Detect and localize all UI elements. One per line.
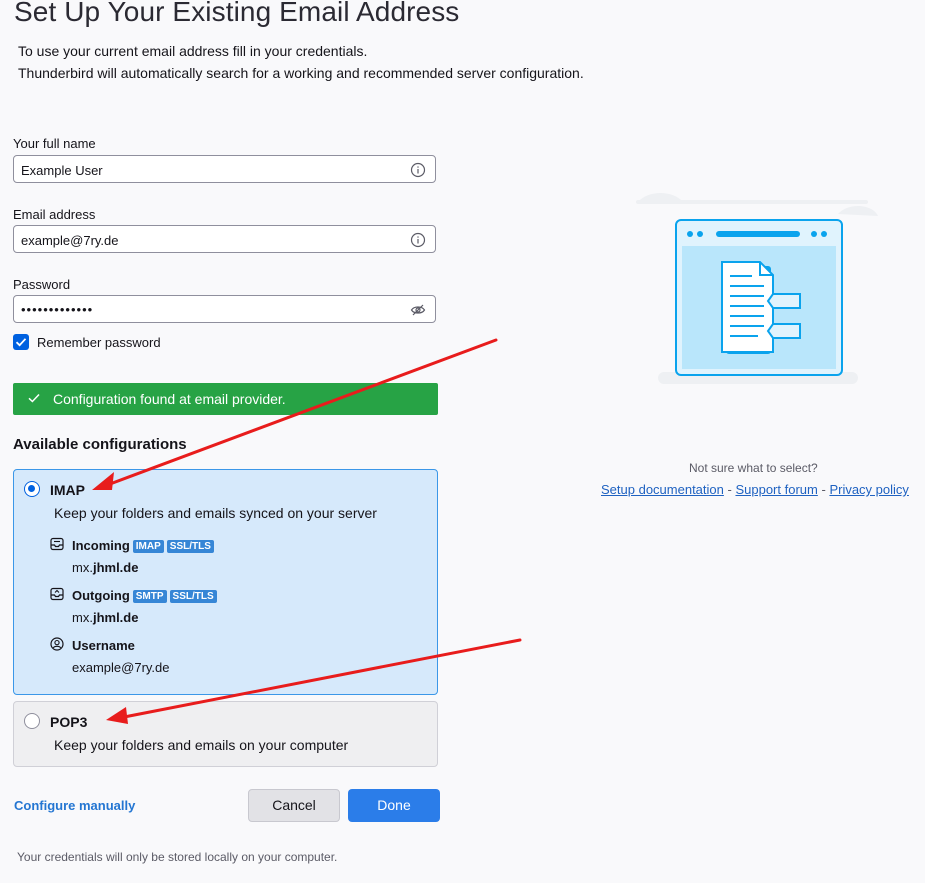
outgoing-security-badge: SSL/TLS xyxy=(169,590,217,603)
full-name-value: Example User xyxy=(21,163,103,178)
help-question: Not sure what to select? xyxy=(689,461,818,475)
imap-config-option[interactable]: IMAP Keep your folders and emails synced… xyxy=(13,469,438,695)
pop3-config-option[interactable]: POP3 Keep your folders and emails on you… xyxy=(13,701,438,767)
email-value: example@7ry.de xyxy=(21,233,119,248)
config-found-banner: Configuration found at email provider. xyxy=(13,383,438,415)
password-label: Password xyxy=(13,277,71,292)
incoming-host-prefix: mx. xyxy=(72,560,93,575)
outgoing-label-text: Outgoing xyxy=(72,588,130,603)
setup-documentation-link[interactable]: Setup documentation xyxy=(601,482,724,497)
eye-slash-icon[interactable] xyxy=(410,302,426,318)
username-value: example@7ry.de xyxy=(72,660,170,675)
full-name-label: Your full name xyxy=(13,136,96,151)
checkmark-icon xyxy=(28,393,40,403)
incoming-host-domain: jhml.de xyxy=(92,560,139,575)
imap-radio[interactable] xyxy=(24,481,40,497)
password-value: ••••••••••••• xyxy=(21,302,94,317)
remember-password-checkbox[interactable] xyxy=(13,334,29,350)
imap-description: Keep your folders and emails synced on y… xyxy=(54,505,377,521)
incoming-protocol-badge: IMAP xyxy=(132,540,164,553)
info-icon[interactable] xyxy=(410,232,426,248)
done-button[interactable]: Done xyxy=(348,789,440,822)
support-forum-link[interactable]: Support forum xyxy=(735,482,817,497)
outgoing-label: Outgoing SMTP SSL/TLS xyxy=(72,588,217,603)
pop3-title: POP3 xyxy=(50,714,88,730)
footer-note: Your credentials will only be stored loc… xyxy=(17,850,338,864)
info-icon[interactable] xyxy=(410,162,426,178)
incoming-label: Incoming IMAP SSL/TLS xyxy=(72,538,214,553)
help-links: Setup documentation - Support forum - Pr… xyxy=(601,482,909,497)
user-icon xyxy=(50,637,64,651)
incoming-security-badge: SSL/TLS xyxy=(166,540,214,553)
remember-password-label[interactable]: Remember password xyxy=(37,335,161,350)
outgoing-host: mx.jhml.de xyxy=(72,610,138,625)
available-configurations-heading: Available configurations xyxy=(13,436,187,453)
config-found-text: Configuration found at email provider. xyxy=(53,391,286,407)
intro-text-line-1: To use your current email address fill i… xyxy=(18,43,368,59)
cancel-button[interactable]: Cancel xyxy=(248,789,340,822)
pop3-description: Keep your folders and emails on your com… xyxy=(54,737,349,753)
pop3-radio[interactable] xyxy=(24,713,40,729)
incoming-host: mx.jhml.de xyxy=(72,560,138,575)
page-title: Set Up Your Existing Email Address xyxy=(14,0,460,27)
checkmark-icon xyxy=(15,338,27,347)
privacy-policy-link[interactable]: Privacy policy xyxy=(829,482,908,497)
email-input[interactable]: example@7ry.de xyxy=(13,225,436,253)
username-label: Username xyxy=(72,638,135,653)
inbox-icon xyxy=(50,537,64,551)
outgoing-host-domain: jhml.de xyxy=(92,610,139,625)
outgoing-protocol-badge: SMTP xyxy=(132,590,167,603)
password-input[interactable]: ••••••••••••• xyxy=(13,295,436,323)
full-name-input[interactable]: Example User xyxy=(13,155,436,183)
outbox-icon xyxy=(50,587,64,601)
email-config-illustration xyxy=(636,193,878,384)
help-separator: - xyxy=(727,482,732,497)
outgoing-host-prefix: mx. xyxy=(72,610,93,625)
help-separator: - xyxy=(821,482,826,497)
configure-manually-link[interactable]: Configure manually xyxy=(14,798,135,813)
incoming-label-text: Incoming xyxy=(72,538,130,553)
imap-title: IMAP xyxy=(50,482,85,498)
email-label: Email address xyxy=(13,207,96,222)
intro-text-line-2: Thunderbird will automatically search fo… xyxy=(18,65,584,81)
